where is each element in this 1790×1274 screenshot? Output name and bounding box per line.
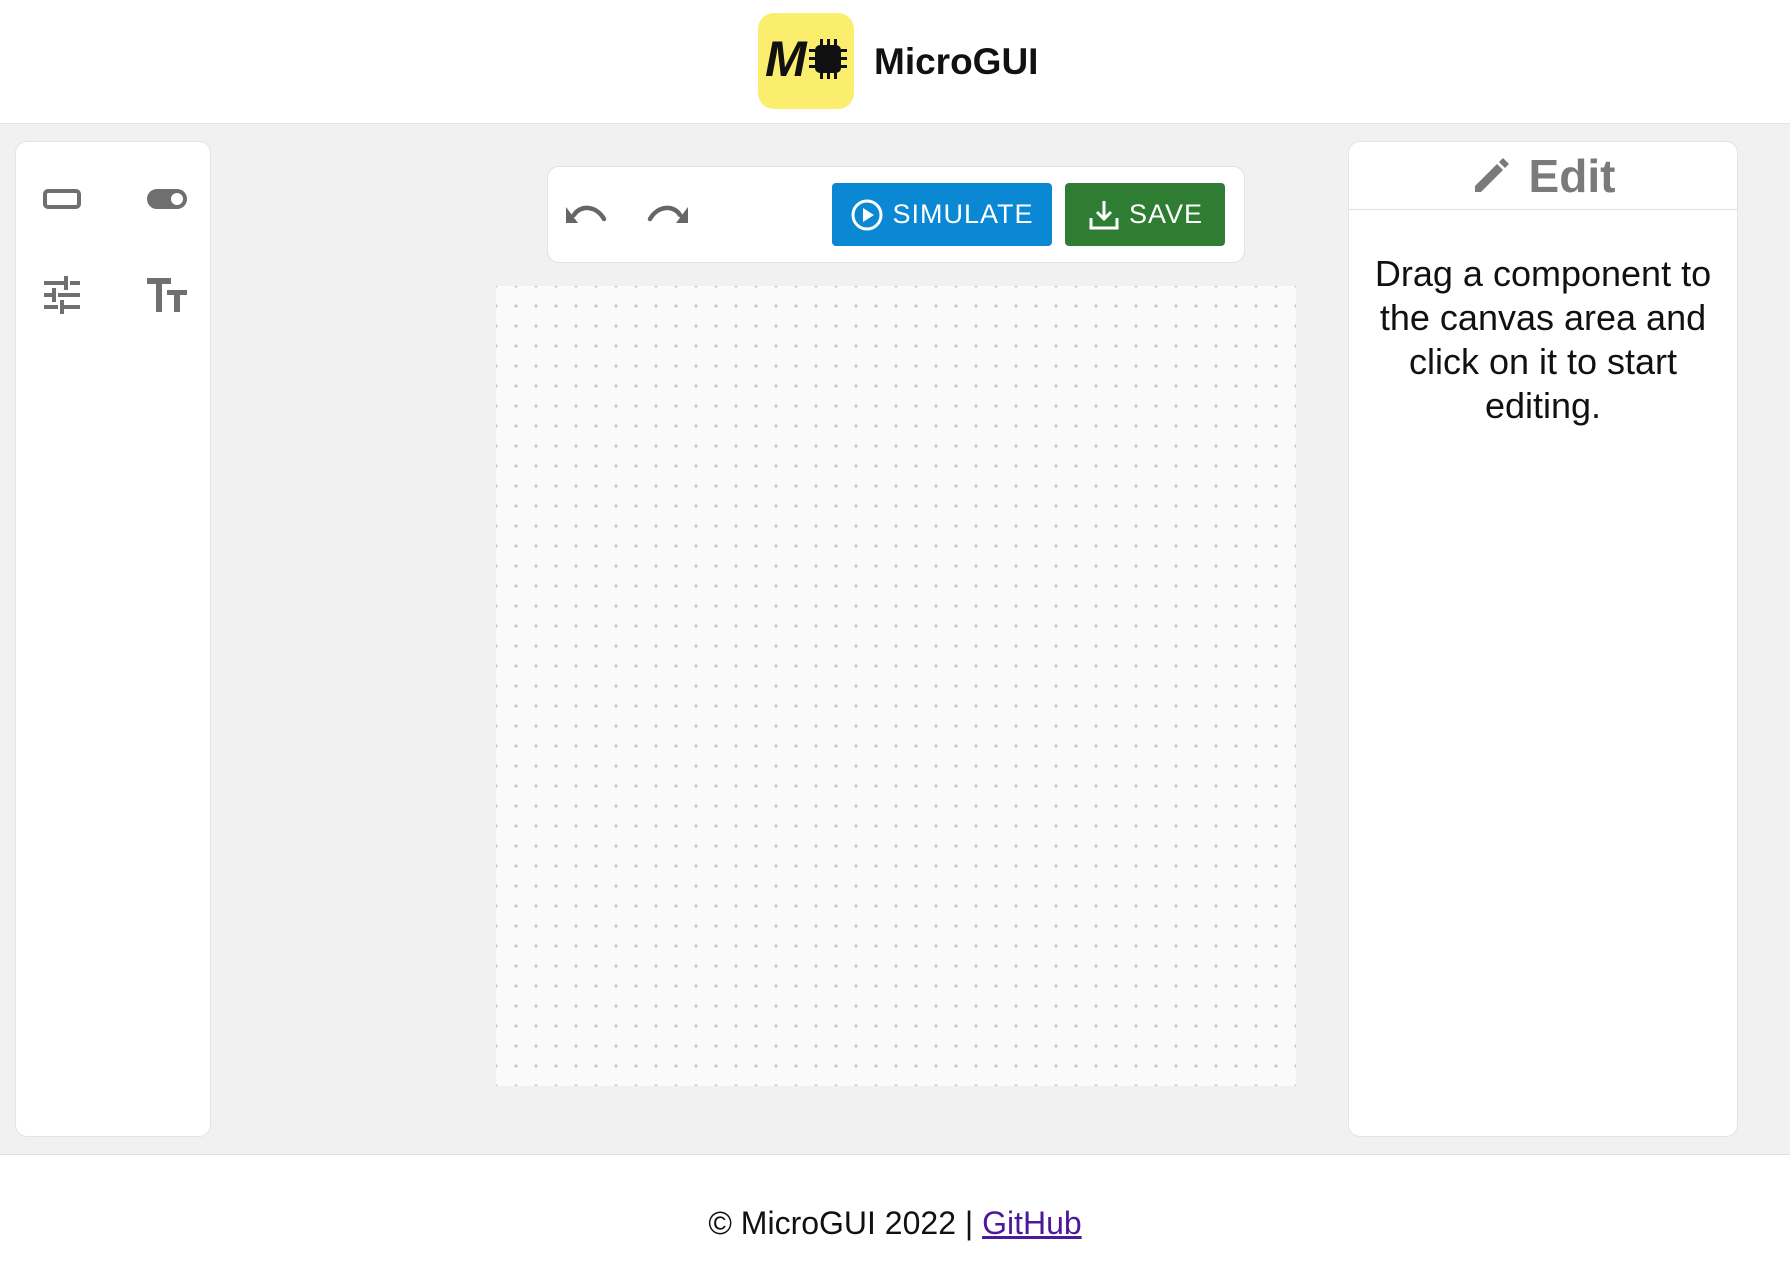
save-button[interactable]: SAVE xyxy=(1065,183,1225,246)
edit-panel-header: Edit xyxy=(1349,142,1737,210)
workspace: SIMULATE SAVE Edit Drag a component to t… xyxy=(0,124,1790,1155)
undo-icon xyxy=(566,205,607,223)
simulate-button[interactable]: SIMULATE xyxy=(832,183,1052,246)
download-icon xyxy=(1089,200,1119,229)
chip-icon xyxy=(809,39,847,79)
play-circle-icon xyxy=(851,199,883,230)
design-canvas[interactable] xyxy=(496,286,1296,1086)
app-logo[interactable]: M xyxy=(758,13,854,109)
github-link[interactable]: GitHub xyxy=(982,1205,1082,1241)
simulate-label: SIMULATE xyxy=(892,199,1034,229)
app-title: MicroGUI xyxy=(874,41,1039,82)
toggle-icon xyxy=(147,189,187,209)
edit-panel-hint: Drag a component to the canvas area and … xyxy=(1374,253,1712,426)
text-size-icon xyxy=(147,278,187,312)
app-footer: © MicroGUI 2022 | GitHub xyxy=(0,1155,1790,1274)
footer-text: © MicroGUI 2022 | GitHub xyxy=(0,1203,1790,1243)
redo-button[interactable] xyxy=(637,184,697,244)
component-palette xyxy=(15,141,211,1137)
button-component[interactable] xyxy=(32,169,92,229)
logo-letter: M xyxy=(765,31,807,87)
text-component[interactable] xyxy=(137,265,197,325)
save-label: SAVE xyxy=(1128,199,1204,229)
redo-icon xyxy=(647,205,688,223)
undo-button[interactable] xyxy=(557,184,617,244)
edit-panel-title: Edit xyxy=(1528,149,1616,202)
switch-component[interactable] xyxy=(137,169,197,229)
app-header: M MicroGUI xyxy=(0,0,1790,124)
pencil-icon xyxy=(1474,157,1509,192)
sliders-icon xyxy=(44,276,80,314)
rectangle-icon xyxy=(43,189,81,209)
edit-panel: Edit Drag a component to the canvas area… xyxy=(1348,141,1738,1137)
editor-toolbar: SIMULATE SAVE xyxy=(547,166,1245,263)
slider-component[interactable] xyxy=(32,265,92,325)
copyright-text: © MicroGUI 2022 | xyxy=(708,1205,983,1241)
